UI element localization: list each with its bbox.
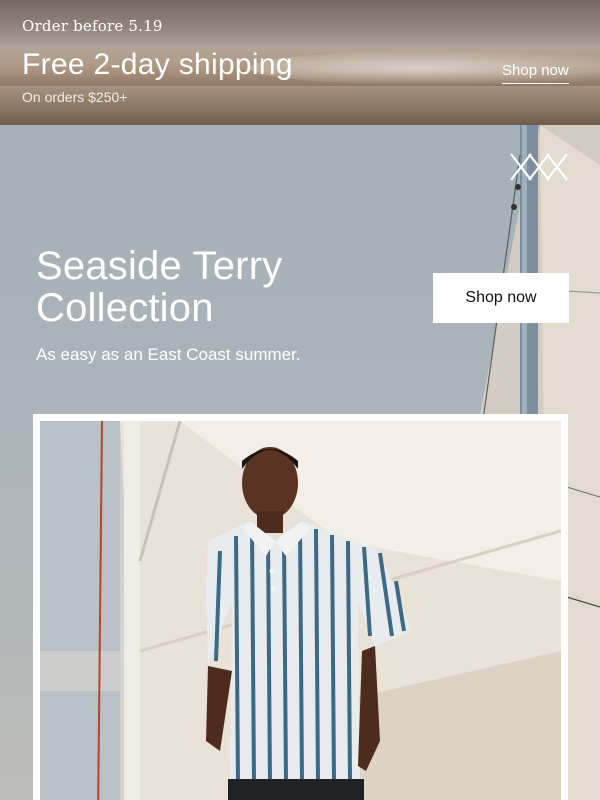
shipping-banner[interactable]: Order before 5.19 Free 2-day shipping On…: [0, 0, 600, 125]
email-page: Order before 5.19 Free 2-day shipping On…: [0, 0, 600, 800]
hero-shop-now-button[interactable]: Shop now: [433, 273, 569, 323]
shipping-title: Free 2-day shipping: [22, 48, 293, 81]
triple-x-brand-logo[interactable]: [509, 152, 569, 182]
model-neck: [257, 511, 283, 533]
model-in-striped-polo-photo[interactable]: [40, 421, 561, 800]
shipping-subtitle: On orders $250+: [22, 89, 128, 105]
photo-mast: [124, 421, 140, 800]
rigging-block: [511, 204, 517, 210]
model-dark-pants: [228, 779, 364, 800]
shipping-shop-now-link[interactable]: Shop now: [502, 62, 569, 84]
polo-button-2: [270, 586, 276, 592]
product-photo-frame[interactable]: [33, 414, 568, 800]
rigging-block-2: [515, 184, 521, 190]
polo-button-1: [269, 568, 275, 574]
product-photo-illustration: [40, 421, 561, 800]
order-deadline-text: Order before 5.19: [22, 17, 163, 35]
hero-title-line-1: Seaside Terry: [36, 244, 283, 288]
photo-clouds: [40, 651, 120, 691]
hero-subtitle: As easy as an East Coast summer.: [36, 345, 301, 364]
hero-banner[interactable]: Seaside Terry Collection As easy as an E…: [0, 125, 600, 800]
hero-title-line-2: Collection: [36, 286, 214, 330]
hero-title: Seaside Terry Collection: [36, 245, 282, 329]
photo-sky: [40, 421, 120, 800]
